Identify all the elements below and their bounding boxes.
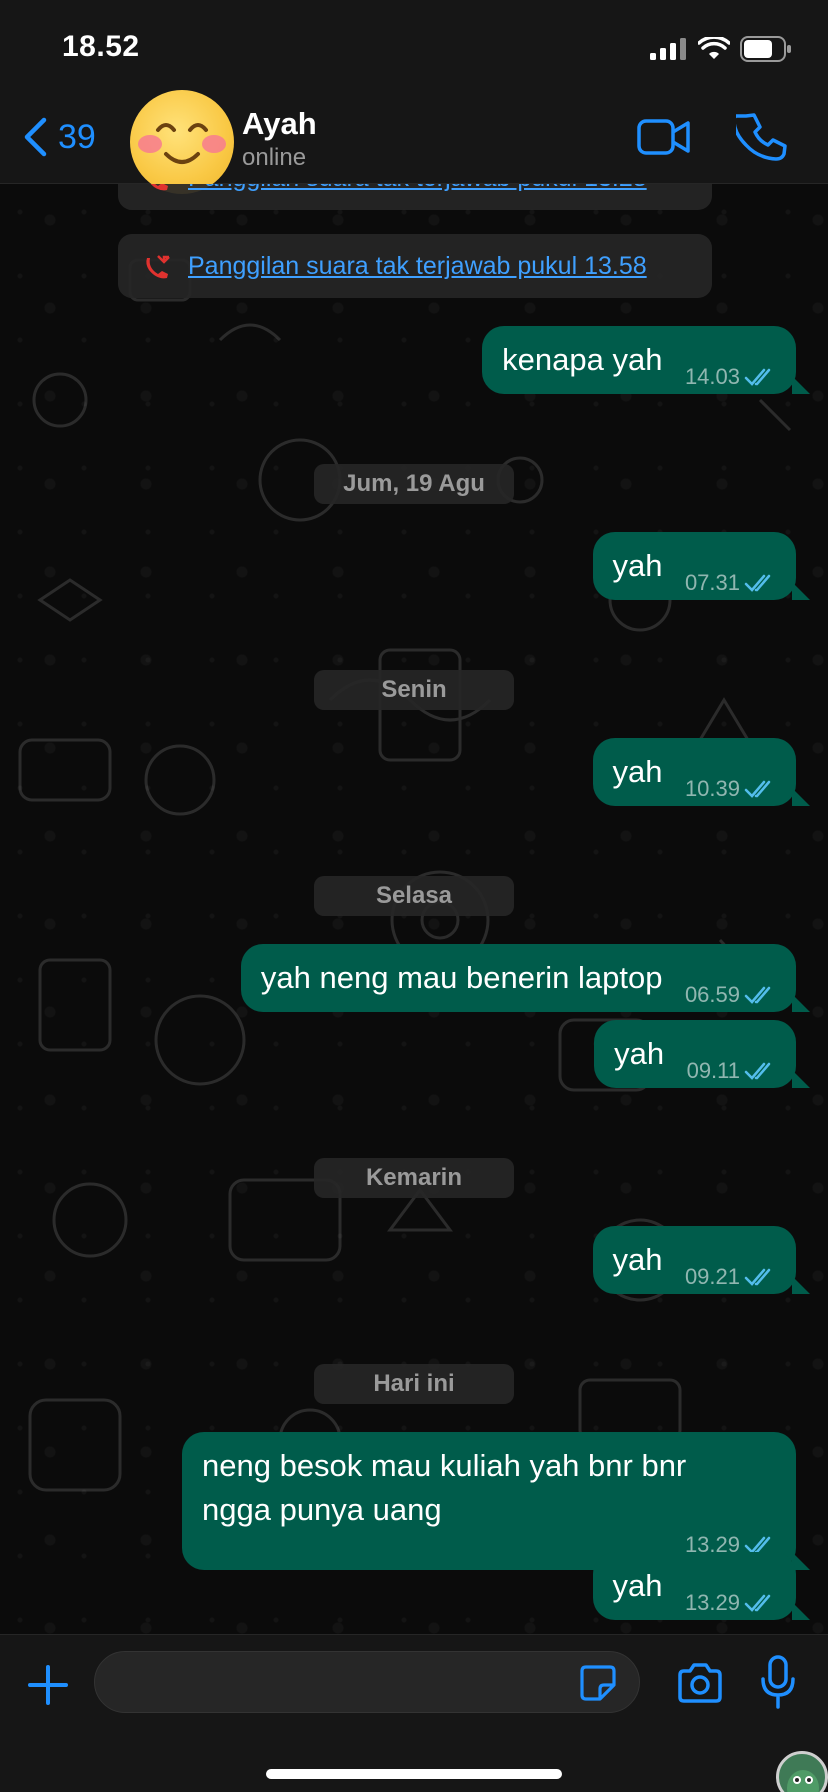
home-indicator[interactable] xyxy=(266,1769,562,1779)
voice-call-button[interactable] xyxy=(732,110,788,162)
message-text: yah xyxy=(612,548,663,583)
back-button[interactable]: 39 xyxy=(22,112,96,162)
message-meta: 09.11 xyxy=(687,1058,776,1084)
missed-call-text: Panggilan suara tak terjawab pukul 13.28 xyxy=(188,184,647,193)
date-separator: Hari ini xyxy=(314,1364,514,1404)
double-check-icon xyxy=(744,368,771,386)
message-time: 10.39 xyxy=(684,776,740,801)
status-icons xyxy=(650,36,792,62)
video-camera-icon xyxy=(637,119,690,155)
chat-header: 39 Ayah online xyxy=(0,90,828,194)
message-text: kenapa yah xyxy=(502,342,663,377)
plus-icon xyxy=(28,1665,68,1705)
contact-status: online xyxy=(242,144,307,171)
date-separator: Jum, 19 Agu xyxy=(314,464,514,504)
signal-icon xyxy=(650,38,686,60)
missed-call-icon xyxy=(146,255,170,279)
message-meta: 10.39 xyxy=(685,776,776,802)
date-separator: Kemarin xyxy=(314,1158,514,1198)
sticker-icon xyxy=(580,1665,616,1701)
smiling-face-emoji xyxy=(138,123,226,164)
chevron-left-icon xyxy=(24,117,47,157)
message-meta: 06.59 xyxy=(685,982,776,1008)
character-icon xyxy=(787,1770,819,1792)
message-text: yah xyxy=(612,1568,663,1603)
double-check-icon xyxy=(744,1062,771,1080)
message-meta: 07.31 xyxy=(685,570,776,596)
double-check-icon xyxy=(744,1268,771,1286)
whatsapp-chat-screen: 18.52 39 Ayah online Panggilan suara tak… xyxy=(0,0,828,1792)
missed-call-text: Panggilan suara tak terjawab pukul 13.58 xyxy=(188,251,647,280)
message-text: yah xyxy=(614,1036,665,1071)
contact-avatar[interactable] xyxy=(130,90,234,194)
message-time: 07.31 xyxy=(684,570,740,595)
composer-bar xyxy=(0,1634,828,1792)
double-check-icon xyxy=(744,986,771,1004)
microphone-icon xyxy=(761,1655,795,1709)
missed-call-notice[interactable]: Panggilan suara tak terjawab pukul 13.28 xyxy=(118,184,712,210)
message-time: 14.03 xyxy=(684,364,740,389)
double-check-icon xyxy=(744,574,771,592)
camera-button[interactable] xyxy=(676,1661,724,1705)
outgoing-message[interactable]: yah 13.29 xyxy=(592,1552,810,1620)
video-call-button[interactable] xyxy=(636,114,692,160)
status-bar: 18.52 xyxy=(0,0,828,92)
message-time: 13.29 xyxy=(684,1590,740,1615)
message-text: yah xyxy=(612,1242,663,1277)
attach-button[interactable] xyxy=(26,1663,70,1707)
phone-icon xyxy=(732,113,787,161)
message-meta: 14.03 xyxy=(685,364,776,390)
camera-icon xyxy=(678,1663,722,1703)
double-check-icon xyxy=(744,1594,771,1612)
outgoing-message[interactable]: yah 10.39 xyxy=(592,738,810,806)
outgoing-message[interactable]: yah 09.11 xyxy=(594,1020,810,1088)
sticker-button[interactable] xyxy=(578,1663,618,1703)
outgoing-message[interactable]: yah neng mau benerin laptop 06.59 xyxy=(240,944,811,1012)
outgoing-message[interactable]: neng besok mau kuliah yah bnr bnr ngga p… xyxy=(182,1432,810,1570)
message-text: yah xyxy=(612,754,663,789)
message-text: neng besok mau kuliah yah bnr bnr ngga p… xyxy=(202,1448,687,1527)
outgoing-message[interactable]: yah 09.21 xyxy=(592,1226,810,1294)
status-time: 18.52 xyxy=(62,30,140,63)
missed-call-icon xyxy=(150,184,168,191)
battery-icon xyxy=(740,36,791,62)
unread-count: 39 xyxy=(58,117,96,156)
date-separator: Senin xyxy=(314,670,514,710)
message-time: 09.11 xyxy=(686,1058,740,1083)
voice-note-button[interactable] xyxy=(760,1655,796,1709)
message-time: 09.21 xyxy=(684,1264,740,1289)
double-check-icon xyxy=(744,780,771,798)
message-input[interactable] xyxy=(94,1651,640,1713)
message-text: yah neng mau benerin laptop xyxy=(260,960,663,995)
wifi-icon xyxy=(698,37,730,59)
message-meta: 13.29 xyxy=(685,1590,776,1616)
outgoing-message[interactable]: yah 07.31 xyxy=(592,532,810,600)
outgoing-message[interactable]: kenapa yah 14.03 xyxy=(482,326,810,394)
missed-call-notice[interactable]: Panggilan suara tak terjawab pukul 13.58 xyxy=(118,234,712,298)
floating-avatar-icon xyxy=(776,1751,828,1792)
date-separator: Selasa xyxy=(314,876,514,916)
message-time: 06.59 xyxy=(684,982,740,1007)
message-meta: 09.21 xyxy=(685,1264,776,1290)
message-list[interactable]: Panggilan suara tak terjawab pukul 13.28… xyxy=(0,184,828,1634)
contact-name[interactable]: Ayah xyxy=(242,106,317,142)
